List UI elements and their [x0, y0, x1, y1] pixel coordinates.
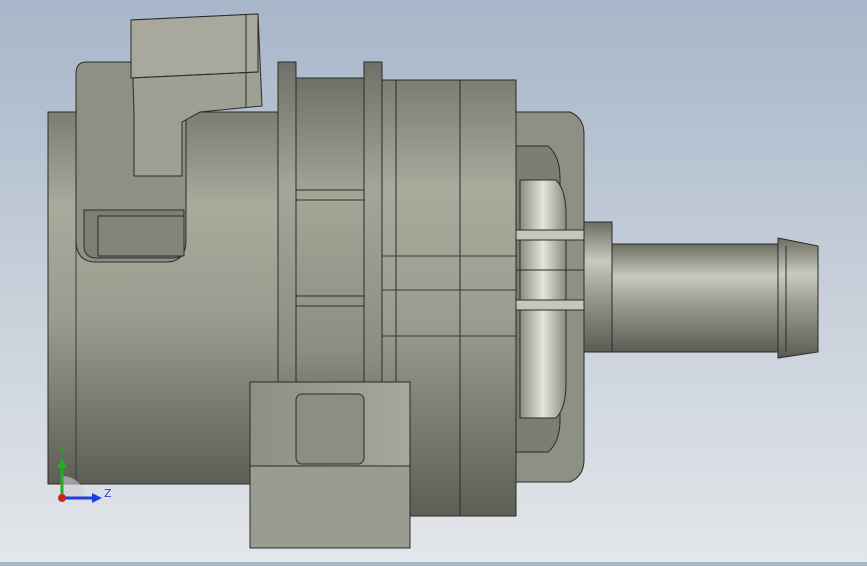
- z-axis-label: Z: [104, 487, 112, 500]
- y-axis-label: Y: [58, 445, 66, 458]
- mounting-bracket[interactable]: [249, 381, 411, 549]
- x-axis-dot: [58, 494, 66, 502]
- cad-viewport[interactable]: Y Z: [0, 0, 867, 562]
- model-canvas[interactable]: Y Z: [0, 0, 867, 562]
- inlet-hose-barb[interactable]: [583, 221, 819, 359]
- inlet-end-cap[interactable]: [515, 111, 587, 483]
